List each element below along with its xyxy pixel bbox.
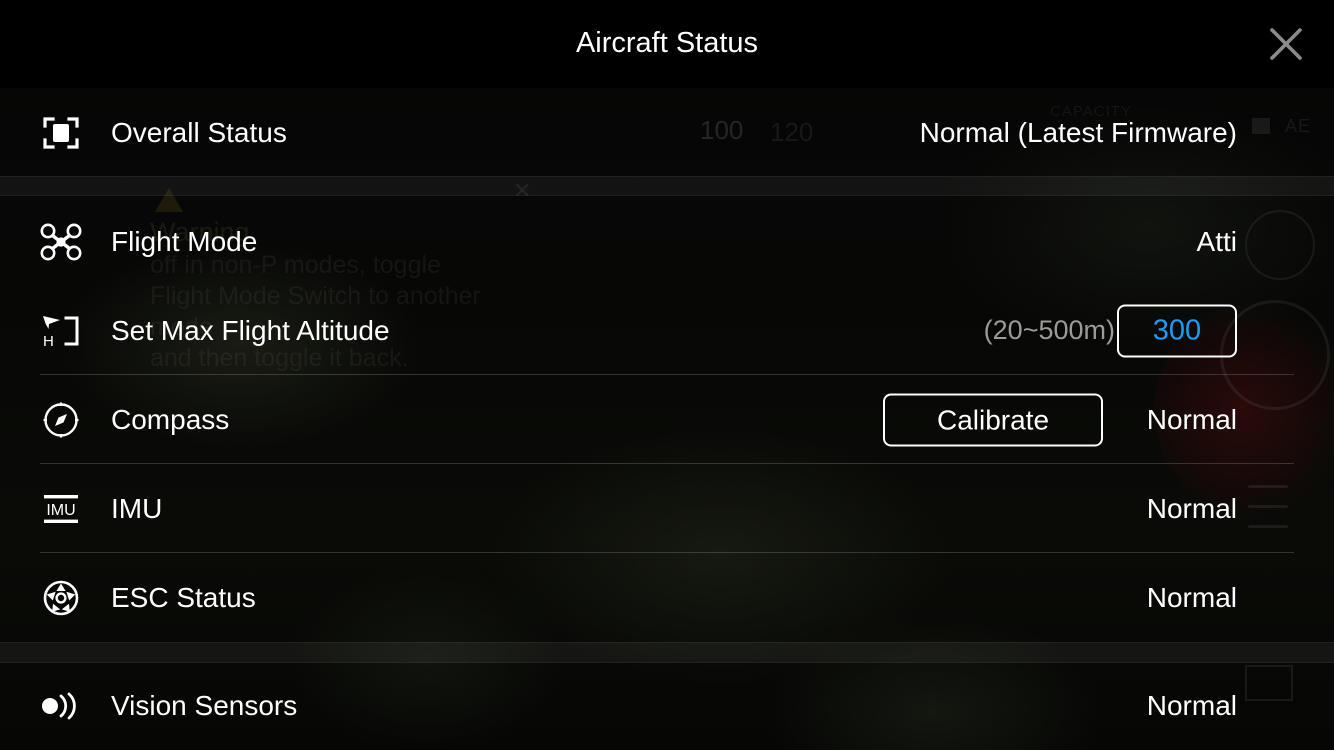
dialog-header: Aircraft Status [0, 0, 1334, 88]
calibrate-button[interactable]: Calibrate [883, 393, 1103, 446]
row-overall-status: Overall Status Normal (Latest Firmware) [0, 88, 1334, 177]
page-title: Aircraft Status [575, 27, 759, 59]
svg-text:H: H [43, 333, 54, 350]
quadcopter-drone-icon [40, 221, 82, 263]
row-flight-mode: Flight Mode Atti [0, 197, 1334, 286]
vision-sensor-wave-icon [40, 685, 82, 727]
row-label-overall-status: Overall Status [111, 116, 287, 148]
row-label-vision-sensors: Vision Sensors [111, 689, 298, 721]
altitude-range-hint: (20~500m) [983, 315, 1115, 345]
row-value-imu: Normal [1146, 492, 1237, 524]
row-label-imu: IMU [111, 492, 163, 524]
row-esc-status: ESC Status Normal [0, 553, 1334, 642]
row-value-overall-status: Normal (Latest Firmware) [919, 116, 1237, 148]
row-value-esc-status: Normal [1146, 581, 1237, 613]
row-vision-sensors: Vision Sensors Normal [0, 661, 1334, 750]
svg-text:IMU: IMU [46, 502, 75, 519]
row-label-compass: Compass [111, 403, 230, 435]
row-value-flight-mode: Atti [1196, 225, 1237, 257]
aircraft-status-screen: 100 120 CAPACITY AE ✕ Warning off in non-… [0, 0, 1334, 750]
aircraft-frame-icon [40, 112, 82, 154]
row-label-max-flight-altitude: Set Max Flight Altitude [111, 314, 390, 346]
row-label-esc-status: ESC Status [111, 581, 256, 613]
row-label-flight-mode: Flight Mode [111, 225, 258, 257]
status-list: Overall Status Normal (Latest Firmware) … [0, 88, 1334, 750]
esc-gear-icon [40, 577, 82, 619]
imu-icon: IMU [40, 488, 82, 530]
row-max-flight-altitude: H Set Max Flight Altitude (20~500m) [0, 286, 1334, 375]
close-icon[interactable] [1260, 18, 1312, 70]
altitude-height-icon: H [40, 310, 82, 352]
row-imu: IMU IMU Normal [0, 464, 1334, 553]
row-value-compass: Normal [1146, 403, 1237, 435]
max-altitude-input[interactable] [1117, 304, 1237, 357]
row-compass: Compass Calibrate Normal [0, 375, 1334, 464]
row-value-vision-sensors: Normal [1146, 689, 1237, 721]
compass-icon [40, 399, 82, 441]
